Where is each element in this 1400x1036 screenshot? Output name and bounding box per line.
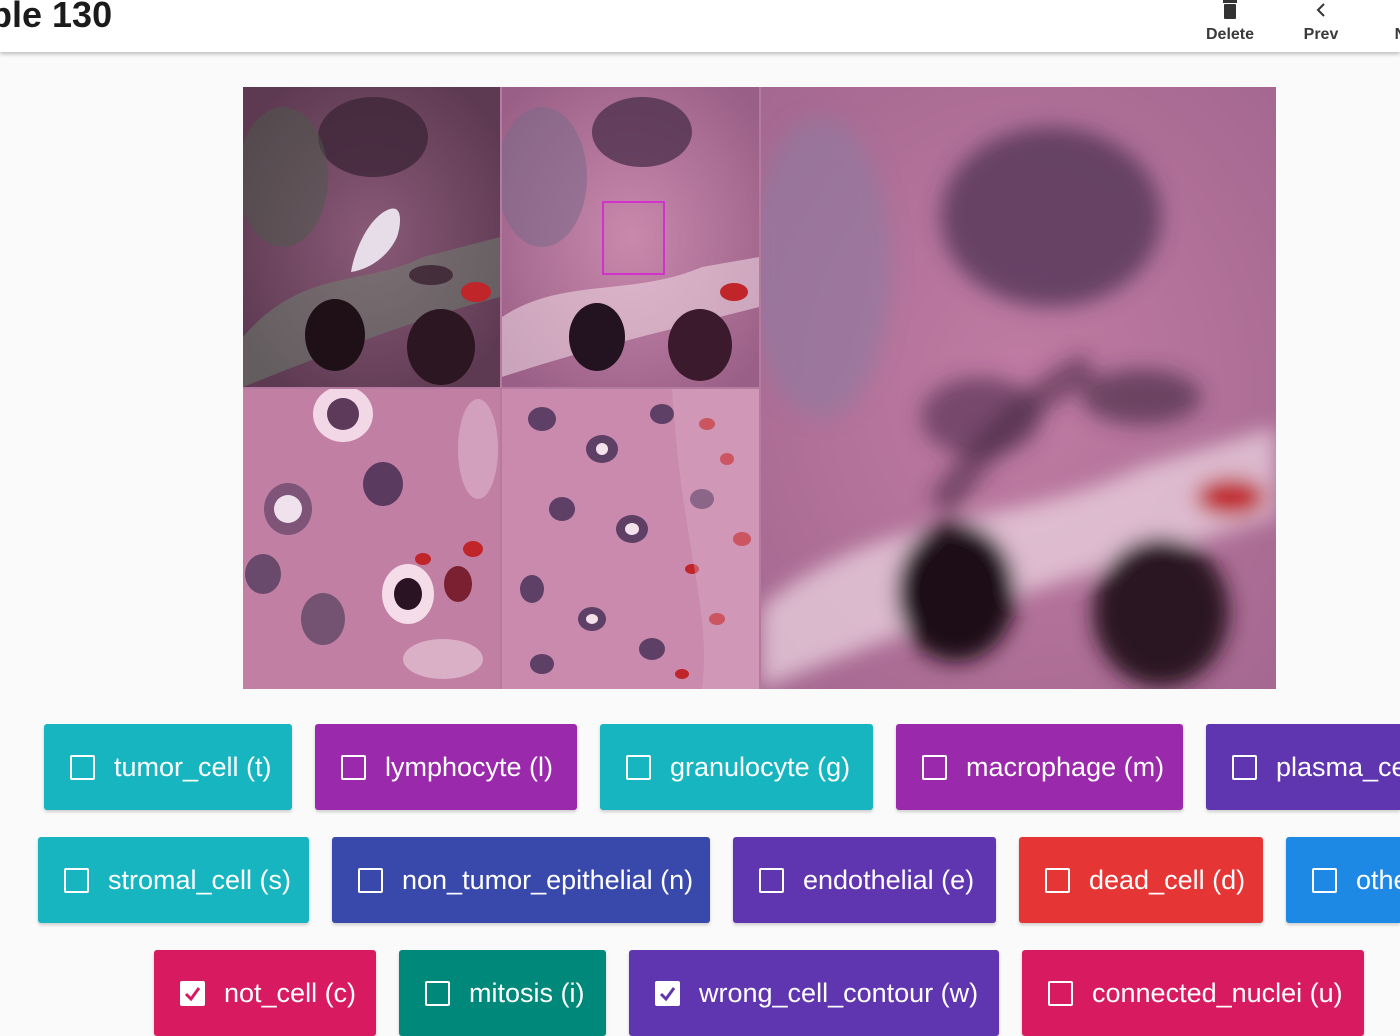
- label-text: stromal_cell (s): [108, 864, 292, 895]
- label-text: macrophage (m): [966, 751, 1165, 782]
- checkbox-checked-icon[interactable]: [655, 980, 680, 1006]
- checkbox-icon[interactable]: [922, 754, 947, 780]
- checkbox-icon[interactable]: [425, 980, 450, 1006]
- top-app-bar: mple 130 Delete Prev Next: [0, 0, 1400, 52]
- label-text: mitosis (i): [469, 977, 585, 1008]
- label-button-macrophage[interactable]: macrophage (m): [896, 724, 1183, 810]
- label-text: granulocyte (g): [670, 751, 851, 782]
- zoomed-detail-panel: [761, 87, 1276, 689]
- checkbox-icon[interactable]: [626, 754, 651, 780]
- label-text: plasma_cell (p): [1276, 751, 1400, 782]
- label-text: wrong_cell_contour (w): [699, 977, 979, 1008]
- label-text: other (o): [1356, 864, 1400, 895]
- label-button-endothelial[interactable]: endothelial (e): [733, 837, 996, 923]
- checkbox-icon[interactable]: [70, 754, 95, 780]
- checkbox-icon[interactable]: [341, 754, 366, 780]
- checkbox-icon[interactable]: [64, 867, 89, 893]
- checkbox-checked-icon[interactable]: [180, 980, 205, 1006]
- tissue-image-viewer: [243, 87, 1276, 689]
- label-button-wrong-cell-contour[interactable]: wrong_cell_contour (w): [629, 950, 999, 1036]
- label-text: non_tumor_epithelial (n): [402, 864, 694, 895]
- next-button[interactable]: Next: [1372, 0, 1400, 52]
- checkbox-icon[interactable]: [1045, 867, 1070, 893]
- label-text: lymphocyte (l): [385, 751, 554, 782]
- checkbox-icon[interactable]: [1312, 867, 1337, 893]
- segmentation-overlay-panel: [243, 87, 500, 387]
- label-button-granulocyte[interactable]: granulocyte (g): [600, 724, 873, 810]
- chevron-left-icon: [1281, 0, 1361, 24]
- label-button-dead-cell[interactable]: dead_cell (d): [1019, 837, 1263, 923]
- label-button-plasma-cell[interactable]: plasma_cell (p): [1206, 724, 1400, 810]
- checkbox-icon[interactable]: [358, 867, 383, 893]
- checkbox-icon[interactable]: [759, 867, 784, 893]
- label-text: tumor_cell (t): [114, 751, 272, 782]
- prev-button[interactable]: Prev: [1281, 0, 1361, 52]
- label-text: not_cell (c): [224, 977, 357, 1008]
- delete-button[interactable]: Delete: [1190, 0, 1270, 52]
- page-title: mple 130: [0, 0, 113, 35]
- wide-context-panel-1: [243, 389, 500, 689]
- label-button-other[interactable]: other (o): [1286, 837, 1400, 923]
- context-bbox-panel: [502, 87, 759, 387]
- label-text: endothelial (e): [803, 864, 975, 895]
- label-button-stromal-cell[interactable]: stromal_cell (s): [38, 837, 309, 923]
- label-button-mitosis[interactable]: mitosis (i): [399, 950, 606, 1036]
- wide-context-panel-2: [502, 389, 759, 689]
- trash-icon: [1190, 0, 1270, 24]
- next-label: Next: [1372, 26, 1400, 44]
- label-text: dead_cell (d): [1089, 864, 1246, 895]
- checkbox-icon[interactable]: [1048, 980, 1073, 1006]
- label-text: connected_nuclei (u): [1092, 977, 1343, 1008]
- delete-label: Delete: [1205, 26, 1255, 43]
- label-button-non-tumor-epithelial[interactable]: non_tumor_epithelial (n): [332, 837, 710, 923]
- checkbox-icon[interactable]: [1232, 754, 1257, 780]
- prev-label: Prev: [1303, 26, 1339, 43]
- label-button-lymphocyte[interactable]: lymphocyte (l): [315, 724, 577, 810]
- label-button-tumor-cell[interactable]: tumor_cell (t): [44, 724, 292, 810]
- label-button-not-cell[interactable]: not_cell (c): [154, 950, 376, 1036]
- chevron-right-icon: [1372, 0, 1400, 24]
- label-button-connected-nuclei[interactable]: connected_nuclei (u): [1022, 950, 1364, 1036]
